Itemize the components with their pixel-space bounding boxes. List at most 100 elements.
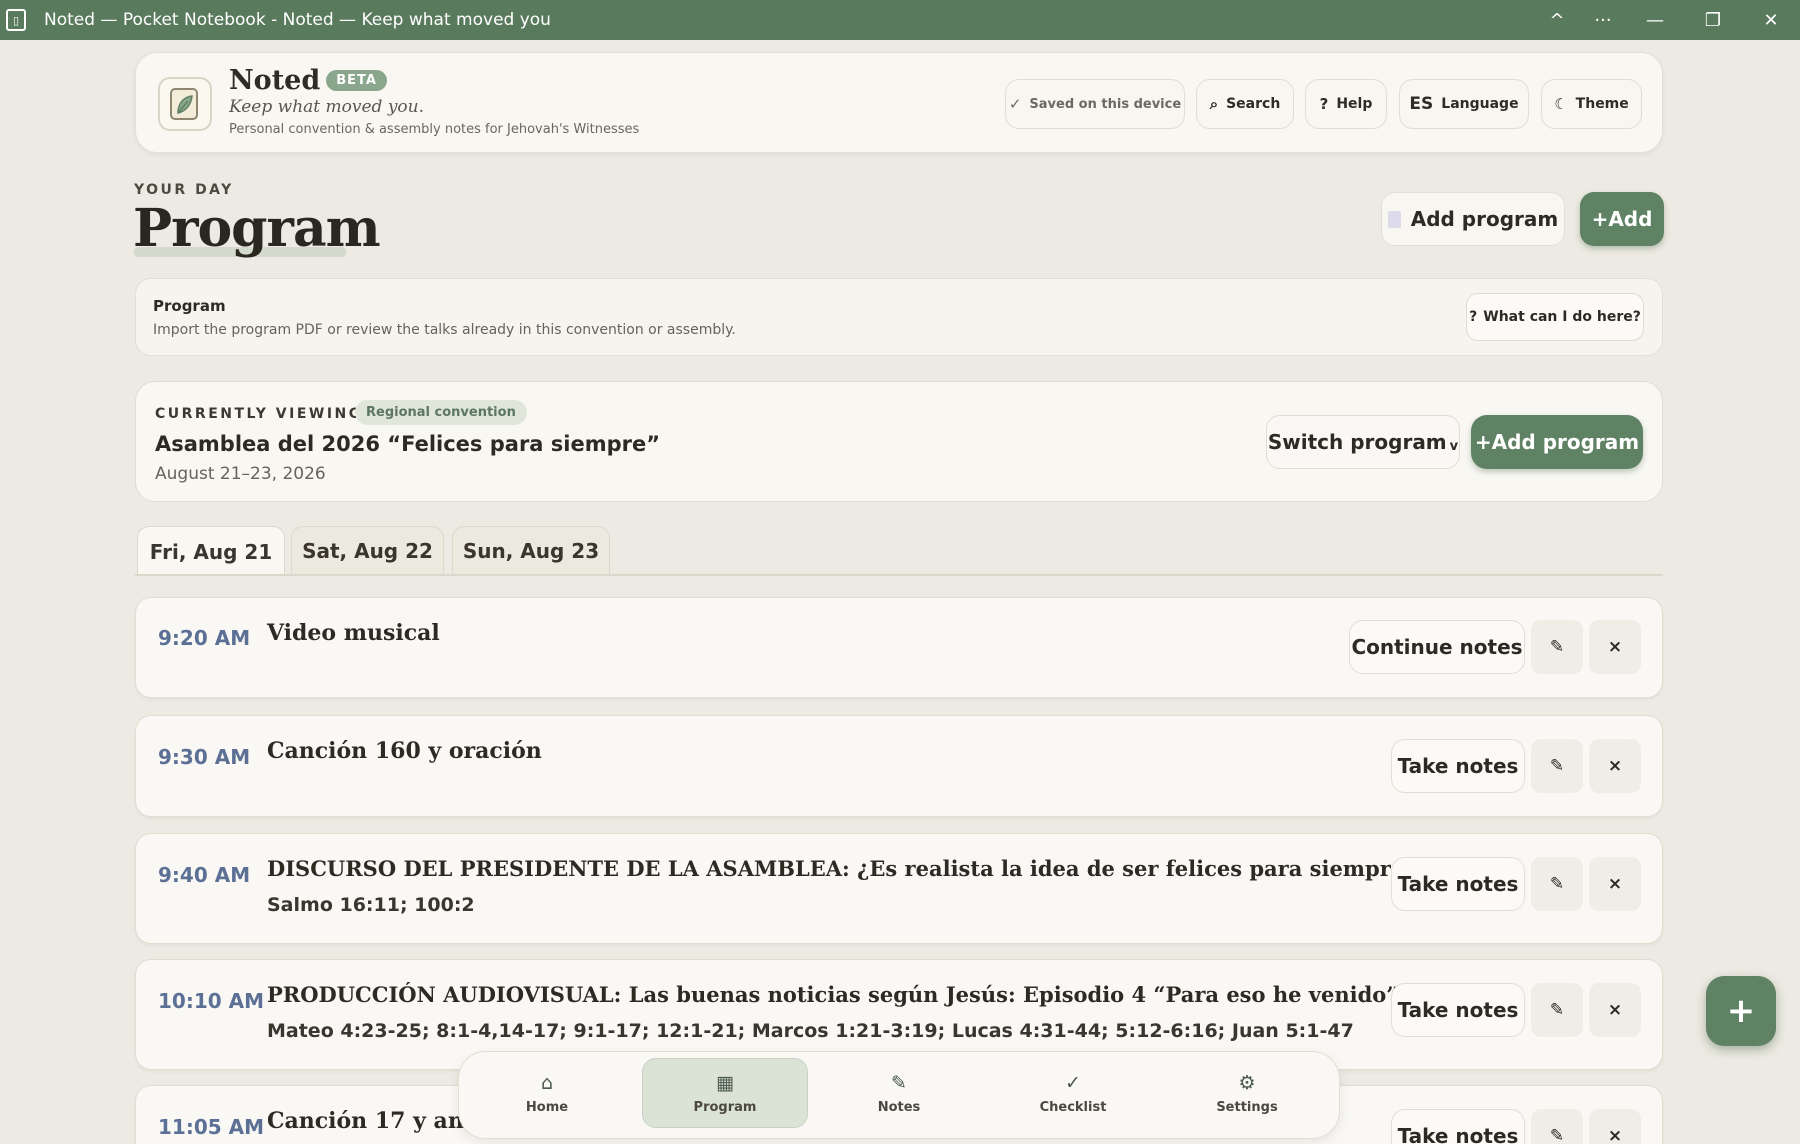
saved-status[interactable]: ✓ Saved on this device	[1005, 79, 1185, 129]
app-logo	[158, 77, 212, 131]
edit-icon[interactable]: ✎	[1531, 983, 1583, 1037]
home-icon: ⌂	[540, 1071, 554, 1094]
edit-icon[interactable]: ✎	[1531, 739, 1583, 793]
session-time: 11:05 AM	[158, 1115, 265, 1139]
beta-badge: BETA	[326, 70, 387, 91]
edit-icon[interactable]: ✎	[1531, 620, 1583, 674]
language-label: Language	[1441, 96, 1519, 112]
session-row: 9:20 AM Video musical Continue notes ✎ ×	[135, 597, 1663, 698]
nav-settings[interactable]: ⚙ Settings	[1164, 1058, 1330, 1128]
program-type-badge: Regional convention	[355, 400, 527, 425]
session-title: DISCURSO DEL PRESIDENTE DE LA ASAMBLEA: …	[267, 856, 1417, 881]
add-program-primary-button[interactable]: +Add program	[1471, 415, 1643, 469]
close-icon[interactable]: ✕	[1742, 10, 1800, 31]
more-icon[interactable]: ···	[1580, 10, 1626, 31]
edit-icon[interactable]: ✎	[1531, 857, 1583, 911]
help-icon: ?	[1319, 95, 1329, 113]
what-can-i-do-label: What can I do here?	[1483, 309, 1641, 325]
tab-sun[interactable]: Sun, Aug 23	[452, 526, 610, 575]
take-notes-button[interactable]: Take notes	[1391, 983, 1525, 1037]
document-icon	[1387, 210, 1401, 228]
close-icon[interactable]: ×	[1589, 620, 1641, 674]
pencil-icon: ✎	[891, 1071, 907, 1094]
help-button[interactable]: ? Help	[1305, 79, 1387, 129]
session-time: 9:40 AM	[158, 863, 251, 887]
check-icon: ✓	[1008, 95, 1022, 113]
page-title: Program	[133, 198, 381, 259]
session-scripture: Mateo 4:23-25; 8:1-4,14-17; 9:1-17; 12:1…	[267, 1020, 1354, 1042]
close-icon[interactable]: ×	[1589, 1109, 1641, 1144]
add-button[interactable]: +Add	[1580, 192, 1664, 246]
nav-program[interactable]: ▦ Program	[642, 1058, 808, 1128]
info-title: Program	[153, 297, 226, 315]
nav-checklist[interactable]: ✓ Checklist	[990, 1058, 1156, 1128]
info-description: Import the program PDF or review the tal…	[153, 322, 736, 338]
tab-sat[interactable]: Sat, Aug 22	[291, 526, 444, 575]
program-info: Program Import the program PDF or review…	[135, 278, 1663, 356]
restore-icon[interactable]: ❐	[1684, 10, 1742, 31]
session-title: Canción 160 y oración	[267, 738, 542, 764]
current-program-card: CURRENTLY VIEWING Regional convention As…	[135, 381, 1663, 502]
take-notes-button[interactable]: Take notes	[1391, 739, 1525, 793]
tab-fri[interactable]: Fri, Aug 21	[137, 526, 285, 576]
nav-home[interactable]: ⌂ Home	[464, 1058, 630, 1128]
moon-icon: ☾	[1554, 95, 1568, 113]
language-code: ES	[1409, 94, 1434, 114]
what-can-i-do-button[interactable]: ? What can I do here?	[1466, 293, 1644, 341]
session-title: Video musical	[267, 620, 440, 646]
session-row: 9:30 AM Canción 160 y oración Take notes…	[135, 715, 1663, 817]
tabs-divider	[135, 574, 1663, 576]
language-button[interactable]: ES Language	[1399, 79, 1529, 129]
leaf-icon	[170, 88, 198, 120]
page-eyebrow: YOUR DAY	[134, 182, 234, 198]
nav-label: Program	[693, 1099, 757, 1115]
close-icon[interactable]: ×	[1589, 739, 1641, 793]
currently-viewing-label: CURRENTLY VIEWING	[155, 406, 363, 422]
session-title: PRODUCCIÓN AUDIOVISUAL: Las buenas notic…	[267, 982, 1399, 1007]
close-icon[interactable]: ×	[1589, 983, 1641, 1037]
app-name: Noted	[229, 65, 321, 96]
notebook-icon: ▯	[6, 9, 26, 31]
question-icon: ?	[1469, 309, 1478, 325]
search-label: Search	[1226, 96, 1281, 112]
app-header: Noted BETA Keep what moved you. Personal …	[135, 52, 1663, 153]
fab-add-button[interactable]: +	[1706, 976, 1776, 1046]
check-icon: ✓	[1065, 1071, 1081, 1094]
nav-label: Checklist	[1039, 1099, 1107, 1115]
continue-notes-button[interactable]: Continue notes	[1349, 620, 1525, 674]
saved-label: Saved on this device	[1029, 96, 1182, 112]
tagline: Keep what moved you.	[229, 97, 425, 117]
subtitle: Personal convention & assembly notes for…	[229, 122, 640, 137]
session-row: 9:40 AM DISCURSO DEL PRESIDENTE DE LA AS…	[135, 833, 1663, 944]
session-time: 9:30 AM	[158, 745, 251, 769]
theme-label: Theme	[1575, 96, 1629, 112]
search-icon: ⌕	[1209, 95, 1219, 113]
help-label: Help	[1336, 96, 1373, 112]
program-name: Asamblea del 2026 “Felices para siempre”	[155, 432, 661, 456]
nav-label: Settings	[1216, 1099, 1278, 1115]
theme-button[interactable]: ☾ Theme	[1541, 79, 1642, 129]
session-time: 9:20 AM	[158, 626, 251, 650]
take-notes-button[interactable]: Take notes	[1391, 857, 1525, 911]
gear-icon: ⚙	[1238, 1071, 1256, 1094]
minimize-icon[interactable]: —	[1626, 10, 1684, 31]
session-scripture: Salmo 16:11; 100:2	[267, 894, 475, 916]
nav-notes[interactable]: ✎ Notes	[816, 1058, 982, 1128]
nav-label: Notes	[877, 1099, 921, 1115]
window-titlebar: ▯ Noted — Pocket Notebook - Noted — Keep…	[0, 0, 1800, 40]
window-title: Noted — Pocket Notebook - Noted — Keep w…	[44, 10, 551, 30]
search-button[interactable]: ⌕ Search	[1196, 79, 1294, 129]
chevron-up-icon[interactable]: ^	[1534, 10, 1580, 31]
add-program-label: Add program	[1410, 207, 1559, 231]
edit-icon[interactable]: ✎	[1531, 1109, 1583, 1144]
add-program-button[interactable]: Add program	[1381, 192, 1565, 246]
nav-label: Home	[525, 1099, 569, 1115]
switch-program-label: Switch program	[1267, 430, 1447, 454]
calendar-icon: ▦	[716, 1071, 734, 1094]
take-notes-button[interactable]: Take notes	[1391, 1109, 1525, 1144]
switch-program-button[interactable]: Switch program v	[1266, 415, 1460, 469]
session-time: 10:10 AM	[158, 989, 265, 1013]
close-icon[interactable]: ×	[1589, 857, 1641, 911]
chevron-down-icon: v	[1449, 438, 1459, 454]
bottom-navigation: ⌂ Home ▦ Program ✎ Notes ✓ Checklist ⚙ S…	[458, 1051, 1340, 1139]
